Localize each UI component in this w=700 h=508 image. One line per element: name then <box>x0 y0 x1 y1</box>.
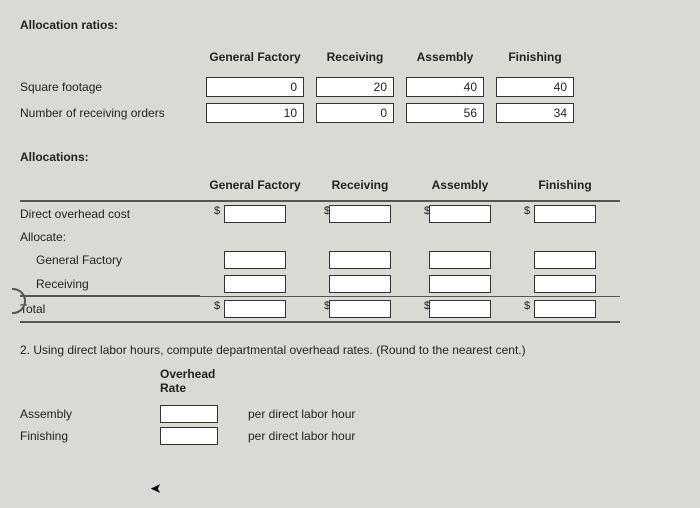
alloc-col-fin: Finishing <box>510 178 620 200</box>
input-rate-assembly[interactable] <box>160 405 218 423</box>
rate-row-assembly: Assembly <box>20 407 160 421</box>
row-total: Total <box>20 298 200 320</box>
question-2-text: 2. Using direct labor hours, compute dep… <box>20 343 680 357</box>
input-orders-asm[interactable]: 56 <box>406 103 484 123</box>
input-orders-fin[interactable]: 34 <box>496 103 574 123</box>
unit-finishing: per direct labor hour <box>240 429 410 443</box>
input-total-rec[interactable] <box>329 300 391 318</box>
input-direct-gf[interactable] <box>224 205 286 223</box>
input-allocrec-gf[interactable] <box>224 275 286 293</box>
dollar-icon: $ <box>214 205 220 217</box>
dollar-icon: $ <box>424 205 430 217</box>
input-direct-fin[interactable] <box>534 205 596 223</box>
row-allocate-label: Allocate: <box>20 226 200 248</box>
row-label-square-footage: Square footage <box>20 76 200 98</box>
input-orders-rec[interactable]: 0 <box>316 103 394 123</box>
rate-row-finishing: Finishing <box>20 429 160 443</box>
allocations-table: General Factory Receiving Assembly Finis… <box>20 178 680 323</box>
input-allocrec-asm[interactable] <box>429 275 491 293</box>
dollar-icon: $ <box>324 205 330 217</box>
col-header-finishing: Finishing <box>490 46 580 74</box>
input-total-fin[interactable] <box>534 300 596 318</box>
overhead-rates-table: Overhead Rate Assembly per direct labor … <box>20 367 680 445</box>
input-allocrec-rec[interactable] <box>329 275 391 293</box>
cursor-icon: ➤ <box>150 480 162 497</box>
allocation-ratios-heading: Allocation ratios: <box>20 18 680 32</box>
allocation-ratios-table: General Factory Receiving Assembly Finis… <box>20 46 680 126</box>
input-allocgf-asm[interactable] <box>429 251 491 269</box>
dollar-icon: $ <box>424 300 430 312</box>
row-allocate-gf: General Factory <box>20 249 200 271</box>
overhead-rate-header: Overhead Rate <box>160 367 240 401</box>
input-direct-asm[interactable] <box>429 205 491 223</box>
unit-assembly: per direct labor hour <box>240 407 410 421</box>
annotation-circle-icon <box>0 288 26 314</box>
dollar-icon: $ <box>324 300 330 312</box>
dollar-icon: $ <box>524 205 530 217</box>
dollar-icon: $ <box>214 300 220 312</box>
alloc-col-rec: Receiving <box>310 178 410 200</box>
col-header-assembly: Assembly <box>400 46 490 74</box>
input-sqft-rec[interactable]: 20 <box>316 77 394 97</box>
input-total-asm[interactable] <box>429 300 491 318</box>
input-total-gf[interactable] <box>224 300 286 318</box>
input-rate-finishing[interactable] <box>160 427 218 445</box>
input-sqft-gf[interactable]: 0 <box>206 77 304 97</box>
alloc-col-gf: General Factory <box>200 178 310 200</box>
input-direct-rec[interactable] <box>329 205 391 223</box>
input-allocrec-fin[interactable] <box>534 275 596 293</box>
row-direct-overhead: Direct overhead cost <box>20 203 200 225</box>
allocations-heading: Allocations: <box>20 150 680 164</box>
row-allocate-rec: Receiving <box>20 273 200 296</box>
col-header-general-factory: General Factory <box>200 46 310 74</box>
input-allocgf-rec[interactable] <box>329 251 391 269</box>
input-sqft-fin[interactable]: 40 <box>496 77 574 97</box>
input-orders-gf[interactable]: 10 <box>206 103 304 123</box>
input-sqft-asm[interactable]: 40 <box>406 77 484 97</box>
col-header-receiving: Receiving <box>310 46 400 74</box>
input-allocgf-gf[interactable] <box>224 251 286 269</box>
row-label-receiving-orders: Number of receiving orders <box>20 102 200 124</box>
dollar-icon: $ <box>524 300 530 312</box>
input-allocgf-fin[interactable] <box>534 251 596 269</box>
alloc-col-asm: Assembly <box>410 178 510 200</box>
